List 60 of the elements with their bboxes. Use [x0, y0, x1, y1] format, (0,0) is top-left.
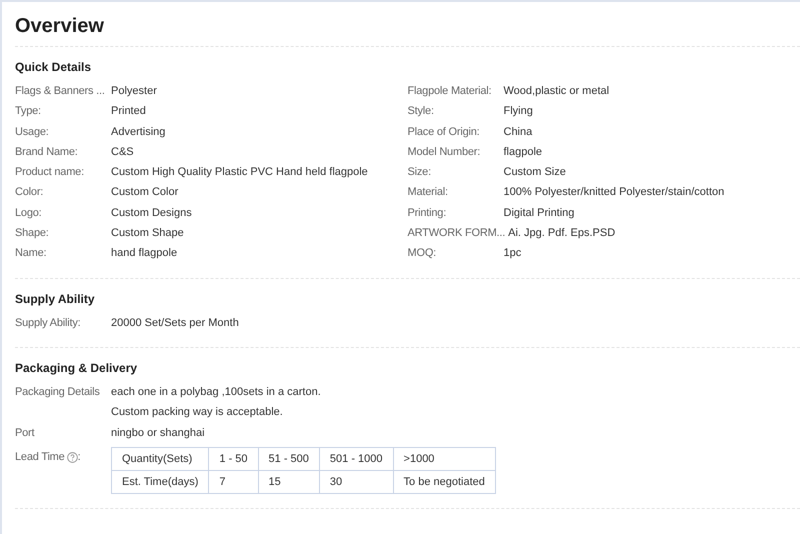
field-label: Shape:	[15, 226, 50, 242]
field-value: Custom packing way is acceptable.	[111, 405, 284, 420]
field-value: 100% Polyester/knitted Polyester/stain/cotton	[504, 185, 724, 200]
section-heading: Supply Ability	[15, 290, 96, 307]
table-cell: 7	[208, 470, 258, 494]
field-value: Advertising	[111, 124, 166, 140]
field-label: Material:	[408, 185, 449, 200]
field-value: Custom High Quality Plastic PVC Hand held flagpole	[111, 165, 368, 180]
table-cell: Est. Time(days)	[112, 470, 209, 494]
field-value: China	[504, 124, 532, 140]
field-label: Style:	[408, 104, 435, 120]
field-label: Color:	[15, 185, 44, 200]
field-label: Place of Origin:	[408, 124, 481, 140]
field-value: hand flagpole	[111, 246, 178, 262]
page-title: Overview	[15, 14, 105, 39]
section-heading: Quick Details	[15, 59, 92, 75]
table-cell: 30	[319, 470, 394, 494]
table-cell: 1 - 50	[208, 447, 258, 470]
field-label: Lead Time	[15, 450, 65, 465]
field-label: Model Number:	[408, 144, 482, 160]
field-value: Wood,plastic or metal	[504, 84, 610, 99]
table-cell: Quantity(Sets)	[112, 447, 209, 470]
field-value: Flying	[504, 104, 533, 120]
field-value: 1pc	[504, 246, 522, 262]
field-label: Usage:	[15, 124, 50, 140]
field-value: C&S	[111, 144, 134, 160]
field-value: Ai. Jpg. Pdf. Eps.PSD	[508, 226, 616, 242]
table-cell: 501 - 1000	[319, 447, 394, 470]
field-value: Custom Designs	[111, 206, 192, 221]
field-value: Printed	[111, 104, 146, 120]
field-label: Name:	[15, 246, 48, 262]
table-cell: 15	[258, 470, 320, 494]
table-cell: 51 - 500	[258, 447, 320, 470]
help-icon[interactable]	[66, 452, 78, 463]
field-value: Custom Color	[111, 185, 178, 200]
field-value: flagpole	[504, 144, 542, 160]
field-value: ningbo or shanghai	[111, 426, 205, 441]
field-label: Flagpole Material:	[408, 84, 492, 99]
field-label: Brand Name:	[15, 144, 79, 160]
field-label: Supply Ability:	[15, 316, 82, 331]
field-label: :	[78, 450, 80, 465]
table-cell: >1000	[393, 447, 496, 470]
field-label: Printing:	[408, 206, 448, 221]
field-value: Custom Size	[504, 165, 566, 180]
field-value: each one in a polybag ,100sets in a carton.	[111, 384, 321, 400]
section-heading: Packaging & Delivery	[15, 360, 138, 376]
field-label: MOQ:	[408, 246, 438, 262]
table-cell: To be negotiated	[393, 470, 496, 494]
field-value: Digital Printing	[504, 206, 574, 221]
field-value: 20000 Set/Sets per Month	[111, 316, 239, 331]
field-label: Size:	[408, 165, 432, 180]
field-label: Product name:	[15, 165, 85, 180]
field-label: Type:	[15, 104, 42, 120]
field-label: Packaging Details	[15, 384, 101, 400]
field-label: Port	[15, 426, 36, 441]
field-value: Custom Shape	[111, 226, 184, 242]
field-value: Polyester	[111, 84, 157, 99]
field-label: ARTWORK FORM...	[408, 226, 506, 242]
field-label: Logo:	[15, 206, 43, 221]
field-label: Flags & Banners ...	[15, 84, 106, 99]
